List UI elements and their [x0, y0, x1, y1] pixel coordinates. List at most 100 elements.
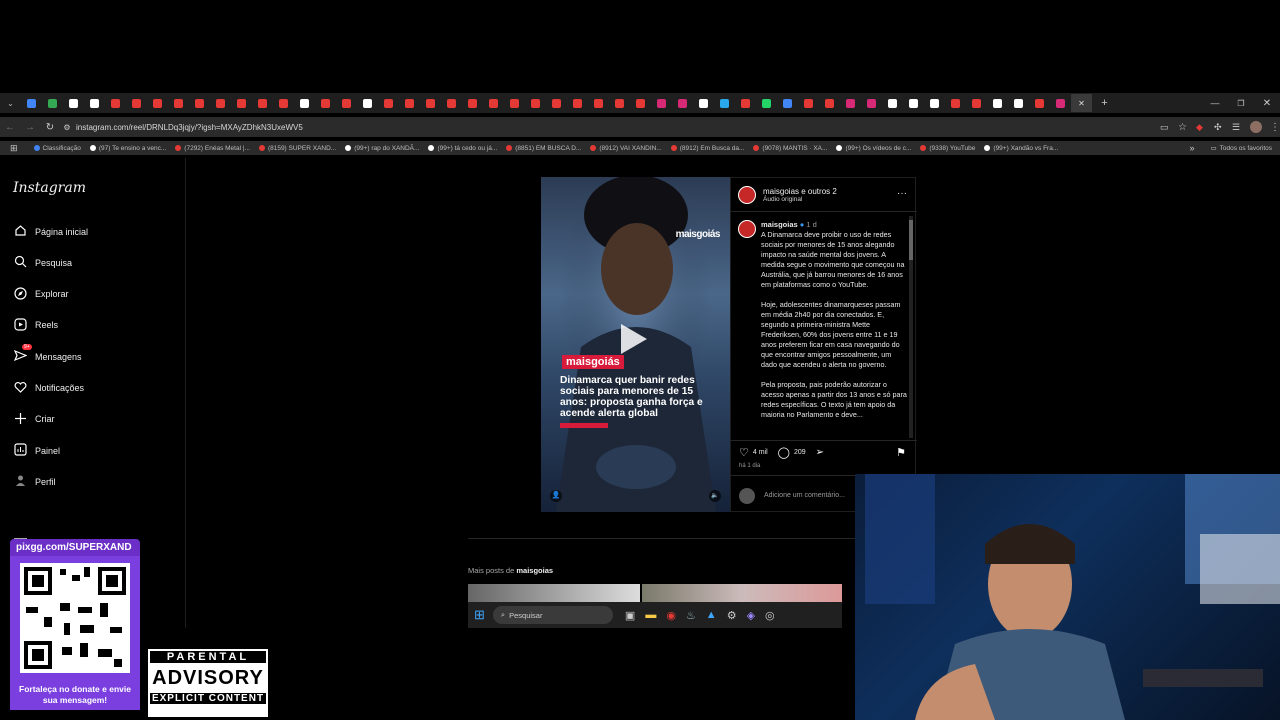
nav-item-notifica-es[interactable]: Notificações	[14, 381, 84, 396]
discord-icon[interactable]: ◎	[765, 609, 775, 622]
comment-input[interactable]: Adicione um comentário...	[764, 492, 845, 499]
browser-tab[interactable]	[525, 94, 546, 112]
browser-tab[interactable]	[168, 94, 189, 112]
browser-tab[interactable]	[42, 94, 63, 112]
browser-tab[interactable]	[903, 94, 924, 112]
browser-tab[interactable]	[378, 94, 399, 112]
browser-tab[interactable]	[126, 94, 147, 112]
all-bookmarks-folder[interactable]: ▭ Todos os favoritos	[1210, 144, 1272, 153]
more-post-thumbnail[interactable]	[642, 584, 842, 604]
file-explorer-icon[interactable]: ▬	[645, 609, 656, 621]
browser-tab[interactable]	[651, 94, 672, 112]
play-button[interactable]	[619, 322, 649, 356]
browser-tab[interactable]	[294, 94, 315, 112]
instagram-logo[interactable]: Instagram	[13, 180, 86, 196]
scrollbar-thumb[interactable]	[909, 220, 913, 260]
likes-count[interactable]: 4 mil	[753, 449, 768, 456]
post-header-audio[interactable]: Áudio original	[763, 196, 837, 203]
bookmark-star-icon[interactable]: ☆	[1178, 122, 1196, 133]
browser-tab[interactable]	[336, 94, 357, 112]
browser-tab[interactable]	[189, 94, 210, 112]
more-posts-user[interactable]: maisgoias	[516, 566, 553, 575]
like-heart-icon[interactable]: ♡	[739, 446, 749, 459]
browser-tab[interactable]	[945, 94, 966, 112]
back-button[interactable]: ←	[0, 122, 20, 133]
avatar[interactable]	[738, 220, 756, 238]
caption-username[interactable]: maisgoias	[761, 220, 798, 229]
avatar[interactable]	[738, 186, 756, 204]
profile-tag-icon[interactable]: 👤	[550, 490, 562, 502]
bookmark-item[interactable]: (99+) tá cedo ou já...	[428, 145, 497, 152]
nav-item-perfil[interactable]: Perfil	[14, 474, 56, 489]
url-field[interactable]: instagram.com/reel/DRNLDq3jqjy/?igsh=MXA…	[76, 123, 303, 132]
task-view-icon[interactable]: ▣	[625, 609, 635, 622]
browser-tab[interactable]	[63, 94, 84, 112]
browser-tab[interactable]	[315, 94, 336, 112]
bookmark-item[interactable]: (99+) Os vídeos de c...	[836, 145, 911, 152]
extension-icon[interactable]: ◆	[1196, 122, 1214, 133]
reload-button[interactable]: ↻	[40, 122, 60, 133]
browser-tab[interactable]	[441, 94, 462, 112]
bookmark-item[interactable]: (8912) Em Busca da...	[670, 145, 744, 152]
browser-tab[interactable]	[210, 94, 231, 112]
mute-icon[interactable]: 🔈	[709, 490, 721, 502]
bookmark-item[interactable]: (8912) VAI XANDIN...	[590, 145, 662, 152]
browser-tab[interactable]	[861, 94, 882, 112]
bookmark-item[interactable]: (7292) Enéas Metal |...	[175, 145, 250, 152]
browser-tab[interactable]	[252, 94, 273, 112]
browser-tab[interactable]	[735, 94, 756, 112]
browser-tab[interactable]	[105, 94, 126, 112]
app-icon[interactable]: ◈	[747, 609, 755, 622]
browser-tab[interactable]	[714, 94, 735, 112]
bookmark-item[interactable]: (9078) MANTIS · XA...	[753, 145, 827, 152]
caption-scrollbar[interactable]	[909, 216, 913, 438]
browser-tab[interactable]	[273, 94, 294, 112]
browser-tab[interactable]	[483, 94, 504, 112]
bookmark-item[interactable]: (99+) Xandão vs Fra...	[984, 145, 1058, 152]
browser-tab[interactable]	[987, 94, 1008, 112]
taskbar-search[interactable]: ⌕ Pesquisar	[492, 606, 613, 624]
share-icon[interactable]: ➢	[816, 447, 824, 458]
browser-tab[interactable]	[1029, 94, 1050, 112]
browser-tab[interactable]	[21, 94, 42, 112]
nav-item-mensagens[interactable]: 9+ Mensagens	[13, 344, 82, 364]
browser-tab[interactable]	[420, 94, 441, 112]
browser-tab[interactable]	[840, 94, 861, 112]
save-bookmark-icon[interactable]: ⚑	[896, 446, 906, 459]
maximize-button[interactable]: ❐	[1228, 94, 1254, 112]
browser-tab[interactable]	[588, 94, 609, 112]
site-info-icon[interactable]: ⚙	[60, 123, 74, 132]
browser-tab[interactable]	[966, 94, 987, 112]
browser-tab[interactable]	[567, 94, 588, 112]
browser-tab[interactable]	[882, 94, 903, 112]
new-tab-button[interactable]: +	[1094, 94, 1115, 112]
bookmark-item[interactable]: Classificação	[33, 145, 81, 152]
browser-tab[interactable]	[798, 94, 819, 112]
comment-icon[interactable]: ◯	[778, 446, 790, 459]
paint-icon[interactable]: ▲	[706, 609, 717, 621]
browser-tab[interactable]	[693, 94, 714, 112]
more-post-thumbnail[interactable]	[468, 584, 640, 604]
forward-button[interactable]: →	[20, 122, 40, 133]
tab-search-chevron[interactable]: ⌄	[0, 94, 21, 112]
bookmark-item[interactable]: (97) Te ensino a venc...	[89, 145, 166, 152]
chrome-icon[interactable]: ◉	[666, 609, 676, 622]
bookmarks-overflow-icon[interactable]: »	[1189, 143, 1194, 153]
extensions-puzzle-icon[interactable]: ✣	[1214, 122, 1232, 133]
post-header-account[interactable]: maisgoias e outros 2	[763, 187, 837, 196]
browser-tab[interactable]	[672, 94, 693, 112]
browser-tab[interactable]	[630, 94, 651, 112]
avatar[interactable]	[1250, 121, 1262, 133]
browser-tab[interactable]	[462, 94, 483, 112]
browser-tab[interactable]	[609, 94, 630, 112]
nav-item-reels[interactable]: Reels	[14, 318, 58, 333]
post-options-icon[interactable]: ···	[897, 188, 907, 199]
nav-item-p-gina-inicial[interactable]: Página inicial	[14, 224, 88, 239]
bookmark-item[interactable]: (8159) SUPER XAND...	[258, 145, 336, 152]
browser-tab[interactable]	[399, 94, 420, 112]
sidebar-toggle-icon[interactable]: ☰	[1232, 122, 1250, 133]
browser-tab[interactable]	[147, 94, 168, 112]
minimize-button[interactable]: —	[1202, 94, 1228, 112]
active-tab-close[interactable]: ✕	[1071, 94, 1092, 112]
windows-start-icon[interactable]: ⊞	[474, 607, 485, 623]
